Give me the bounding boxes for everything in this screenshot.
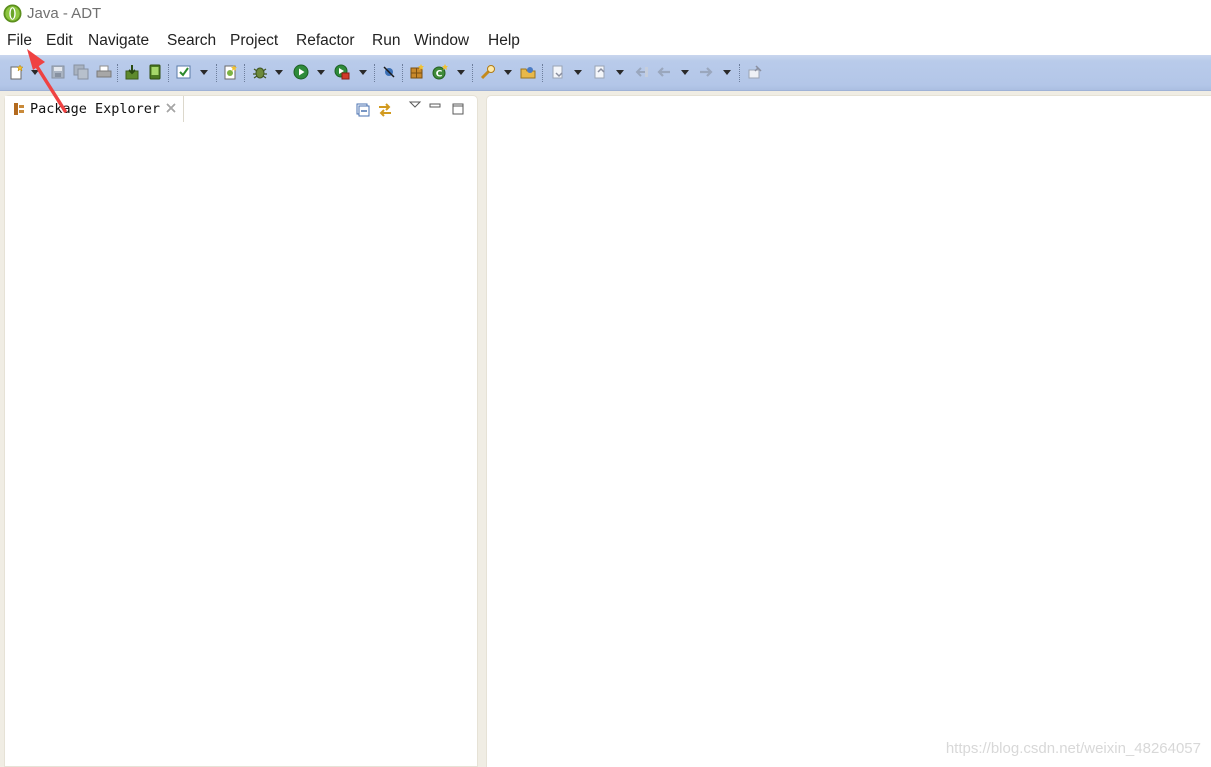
back-icon[interactable]: [656, 64, 672, 80]
run-dropdown-arrow[interactable]: [317, 70, 325, 75]
package-explorer-view: Package Explorer: [4, 95, 478, 767]
external-tools-icon[interactable]: [334, 64, 350, 80]
forward-dropdown-arrow[interactable]: [723, 70, 731, 75]
search-dropdown-arrow[interactable]: [504, 70, 512, 75]
window-title: Java - ADT: [27, 5, 102, 22]
maximize-icon[interactable]: [450, 101, 466, 117]
toolbar-separator: [739, 64, 741, 82]
adt-app-icon: [3, 4, 22, 23]
forward-icon[interactable]: [698, 64, 714, 80]
svg-text:C: C: [436, 70, 443, 80]
next-annotation-dropdown-arrow[interactable]: [574, 70, 582, 75]
menu-search[interactable]: Search: [167, 32, 216, 50]
toolbar-separator: [117, 64, 119, 82]
title-bar: Java - ADT: [0, 0, 1211, 28]
watermark: https://blog.csdn.net/weixin_48264057: [945, 740, 1201, 757]
last-edit-location-icon[interactable]: [633, 64, 649, 80]
toolbar-separator: [542, 64, 544, 82]
save-icon[interactable]: [50, 64, 66, 80]
new-icon[interactable]: [9, 64, 25, 80]
package-explorer-icon: [14, 103, 24, 115]
toolbar-separator: [168, 64, 170, 82]
toolbar-separator: [244, 64, 246, 82]
pin-editor-icon[interactable]: [747, 64, 763, 80]
skip-breakpoints-icon[interactable]: [381, 64, 397, 80]
lint-dropdown-arrow[interactable]: [200, 70, 208, 75]
sdk-manager-icon[interactable]: [124, 64, 140, 80]
debug-dropdown-arrow[interactable]: [275, 70, 283, 75]
menu-help[interactable]: Help: [488, 32, 520, 50]
close-icon[interactable]: [165, 102, 177, 114]
prev-annotation-icon[interactable]: [592, 64, 608, 80]
menu-refactor[interactable]: Refactor: [296, 32, 355, 50]
debug-icon[interactable]: [252, 64, 268, 80]
main-toolbar: C: [0, 55, 1211, 91]
menu-project[interactable]: Project: [230, 32, 278, 50]
menu-navigate[interactable]: Navigate: [88, 32, 149, 50]
toolbar-separator: [216, 64, 218, 82]
new-java-package-icon[interactable]: [409, 64, 425, 80]
new-dropdown-arrow[interactable]: [31, 70, 39, 75]
print-icon[interactable]: [96, 64, 112, 80]
menu-window[interactable]: Window: [414, 32, 469, 50]
toolbar-separator: [374, 64, 376, 82]
menu-run[interactable]: Run: [372, 32, 400, 50]
editor-area: https://blog.csdn.net/weixin_48264057: [486, 95, 1211, 767]
toolbar-separator: [402, 64, 404, 82]
save-all-icon[interactable]: [73, 64, 89, 80]
menu-bar: File Edit Navigate Search Project Refact…: [0, 28, 1211, 55]
next-annotation-icon[interactable]: [550, 64, 566, 80]
open-type-icon[interactable]: [520, 64, 536, 80]
minimize-icon[interactable]: [427, 98, 443, 114]
link-with-editor-icon[interactable]: [377, 102, 393, 118]
new-class-dropdown-arrow[interactable]: [457, 70, 465, 75]
menu-edit[interactable]: Edit: [46, 32, 73, 50]
avd-manager-icon[interactable]: [147, 64, 163, 80]
back-dropdown-arrow[interactable]: [681, 70, 689, 75]
collapse-all-icon[interactable]: [355, 102, 371, 118]
prev-annotation-dropdown-arrow[interactable]: [616, 70, 624, 75]
lint-check-icon[interactable]: [176, 64, 192, 80]
new-java-class-icon[interactable]: C: [432, 64, 448, 80]
toolbar-separator: [472, 64, 474, 82]
external-tools-dropdown-arrow[interactable]: [359, 70, 367, 75]
run-icon[interactable]: [293, 64, 309, 80]
tab-package-explorer[interactable]: Package Explorer: [5, 96, 184, 122]
new-android-project-icon[interactable]: [223, 64, 239, 80]
view-menu-icon[interactable]: [407, 98, 423, 114]
search-icon[interactable]: [480, 64, 496, 80]
package-explorer-tab-label: Package Explorer: [30, 101, 161, 117]
menu-file[interactable]: File: [7, 32, 32, 50]
